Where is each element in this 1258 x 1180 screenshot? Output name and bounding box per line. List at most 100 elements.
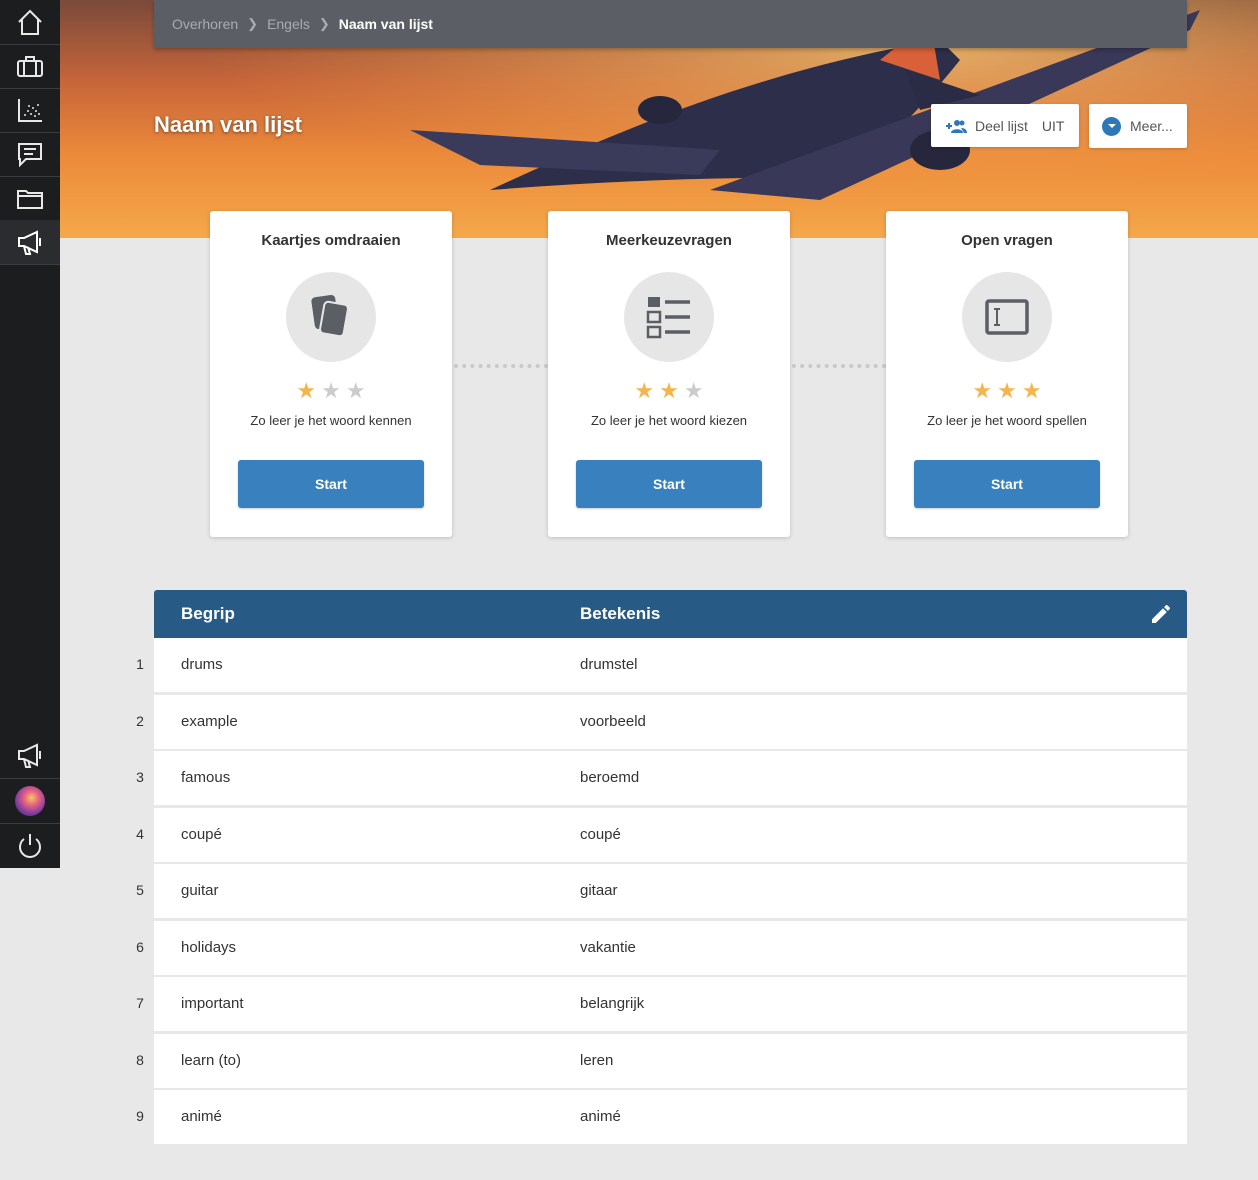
briefcase-icon	[17, 56, 43, 77]
term-cell: coupé	[181, 825, 222, 843]
column-header-term: Begrip	[181, 604, 235, 623]
star-icon: ★	[659, 378, 679, 403]
megaphone-icon	[18, 230, 41, 255]
profile-nav-item[interactable]	[0, 779, 60, 823]
table-body: 1 drums drumstel 2 example voorbeeld 3 famous be…	[136, 638, 1187, 1144]
row-number: 4	[136, 825, 144, 842]
term-cell: drums	[181, 656, 223, 673]
table-row: 2 example voorbeeld	[136, 694, 1187, 749]
breadcrumb-overhoren[interactable]: Overhoren	[172, 16, 238, 32]
meaning-cell: leren	[580, 1051, 614, 1069]
star-icon: ★	[345, 378, 366, 403]
word-list-table: Begrip Betekenis 1 drums drumstel 2 example v…	[136, 590, 1187, 1147]
meaning-cell: vakantie	[580, 938, 636, 956]
more-label: Meer...	[1130, 118, 1173, 134]
term-cell: example	[181, 712, 238, 730]
row-number: 5	[136, 882, 144, 898]
exercise-card-open-questions: Open vragen ★ ★ ★ Zo leer je het woord s…	[886, 211, 1128, 537]
table-row: 1 drums drumstel	[136, 638, 1187, 692]
share-label: Deel lijst	[975, 117, 1028, 134]
row-number: 3	[136, 769, 144, 785]
star-rating: ★ ★ ★	[210, 379, 452, 403]
messages-nav-item[interactable]	[0, 132, 60, 176]
more-button[interactable]: Meer...	[1089, 104, 1187, 148]
term-cell: famous	[181, 769, 231, 786]
star-icon: ★	[296, 378, 317, 403]
power-icon	[19, 834, 41, 858]
chevron-right-icon: ❯	[318, 16, 330, 31]
avatar	[15, 786, 45, 816]
megaphone-icon	[18, 743, 41, 768]
term-cell: animé	[181, 1108, 222, 1125]
table-row: 4 coupé coupé	[136, 807, 1187, 862]
breadcrumb-current: Naam van lijst	[338, 16, 433, 32]
folder-nav-item[interactable]	[0, 176, 60, 220]
start-open-questions-button[interactable]: Start	[914, 460, 1100, 508]
row-number: 8	[136, 1051, 144, 1068]
results-nav-item[interactable]	[0, 88, 60, 132]
row-number: 6	[136, 938, 144, 955]
term-cell: holidays	[181, 938, 237, 956]
cards-icon	[286, 272, 376, 362]
start-flashcards-button[interactable]: Start	[238, 460, 424, 508]
card-description: Zo leer je het woord spellen	[927, 413, 1087, 428]
pencil-icon[interactable]	[1149, 602, 1173, 626]
share-list-button[interactable]: Deel lijst UIT	[931, 104, 1079, 147]
column-header-meaning: Betekenis	[580, 604, 661, 623]
briefcase-nav-item[interactable]	[0, 44, 60, 88]
breadcrumb: Overhoren ❯ Engels ❯ Naam van lijst	[154, 0, 1187, 48]
sidebar	[0, 0, 60, 868]
meaning-cell: animé	[580, 1108, 621, 1125]
table-row: 7 important belangrijk	[136, 977, 1187, 1031]
table-row: 6 holidays vakantie	[136, 920, 1187, 975]
exercise-card-flashcards: Kaartjes omdraaien ★ ★ ★ Zo leer je het …	[210, 211, 452, 537]
meaning-cell: beroemd	[580, 769, 640, 786]
exercise-card-multiple-choice: Meerkeuzevragen ★ ★ ★ Zo leer je het woo…	[548, 211, 790, 537]
star-icon: ★	[683, 378, 704, 403]
breadcrumb-engels[interactable]: Engels	[267, 16, 310, 32]
star-icon: ★	[634, 378, 655, 403]
meaning-cell: drumstel	[580, 656, 638, 673]
chevron-down-icon	[1102, 116, 1121, 136]
folder-icon	[17, 190, 43, 209]
card-title: Open vragen	[961, 232, 1053, 249]
home-icon	[18, 9, 42, 35]
star-icon: ★	[997, 378, 1017, 403]
logout-nav-item[interactable]	[0, 824, 60, 868]
page-title: Naam van lijst	[154, 112, 302, 137]
step-connector	[454, 364, 548, 368]
row-number: 2	[136, 712, 144, 729]
term-cell: learn (to)	[181, 1051, 242, 1069]
step-connector	[792, 364, 886, 368]
scatter-chart-icon	[18, 99, 42, 122]
meaning-cell: voorbeeld	[580, 712, 646, 730]
table-row: 9 animé animé	[136, 1090, 1187, 1144]
start-multiple-choice-button[interactable]: Start	[576, 460, 762, 508]
text-input-icon	[962, 272, 1052, 362]
row-number: 7	[136, 995, 144, 1011]
row-number: 1	[136, 656, 144, 672]
card-description: Zo leer je het woord kiezen	[590, 413, 748, 428]
meaning-cell: coupé	[580, 825, 621, 843]
star-icon: ★	[321, 378, 341, 403]
star-rating: ★ ★ ★	[548, 379, 790, 403]
announcements-nav-item[interactable]	[0, 733, 60, 777]
term-cell: guitar	[181, 882, 219, 899]
list-icon	[624, 272, 714, 362]
chevron-right-icon: ❯	[247, 16, 259, 31]
table-row: 3 famous beroemd	[136, 751, 1187, 805]
term-cell: important	[181, 995, 244, 1012]
add-people-icon	[946, 119, 967, 133]
row-number: 9	[136, 1108, 144, 1124]
star-rating: ★ ★ ★	[886, 379, 1128, 403]
card-title: Kaartjes omdraaien	[261, 232, 401, 249]
overhoren-nav-item[interactable]	[0, 220, 60, 264]
chat-icon	[18, 143, 42, 168]
share-state: UIT	[1041, 117, 1065, 134]
star-icon: ★	[1021, 378, 1042, 403]
table-header: Begrip Betekenis	[154, 590, 1187, 638]
table-row: 5 guitar gitaar	[136, 864, 1187, 918]
table-row: 8 learn (to) leren	[136, 1033, 1187, 1088]
home-nav-item[interactable]	[0, 0, 60, 44]
card-title: Meerkeuzevragen	[606, 232, 732, 249]
